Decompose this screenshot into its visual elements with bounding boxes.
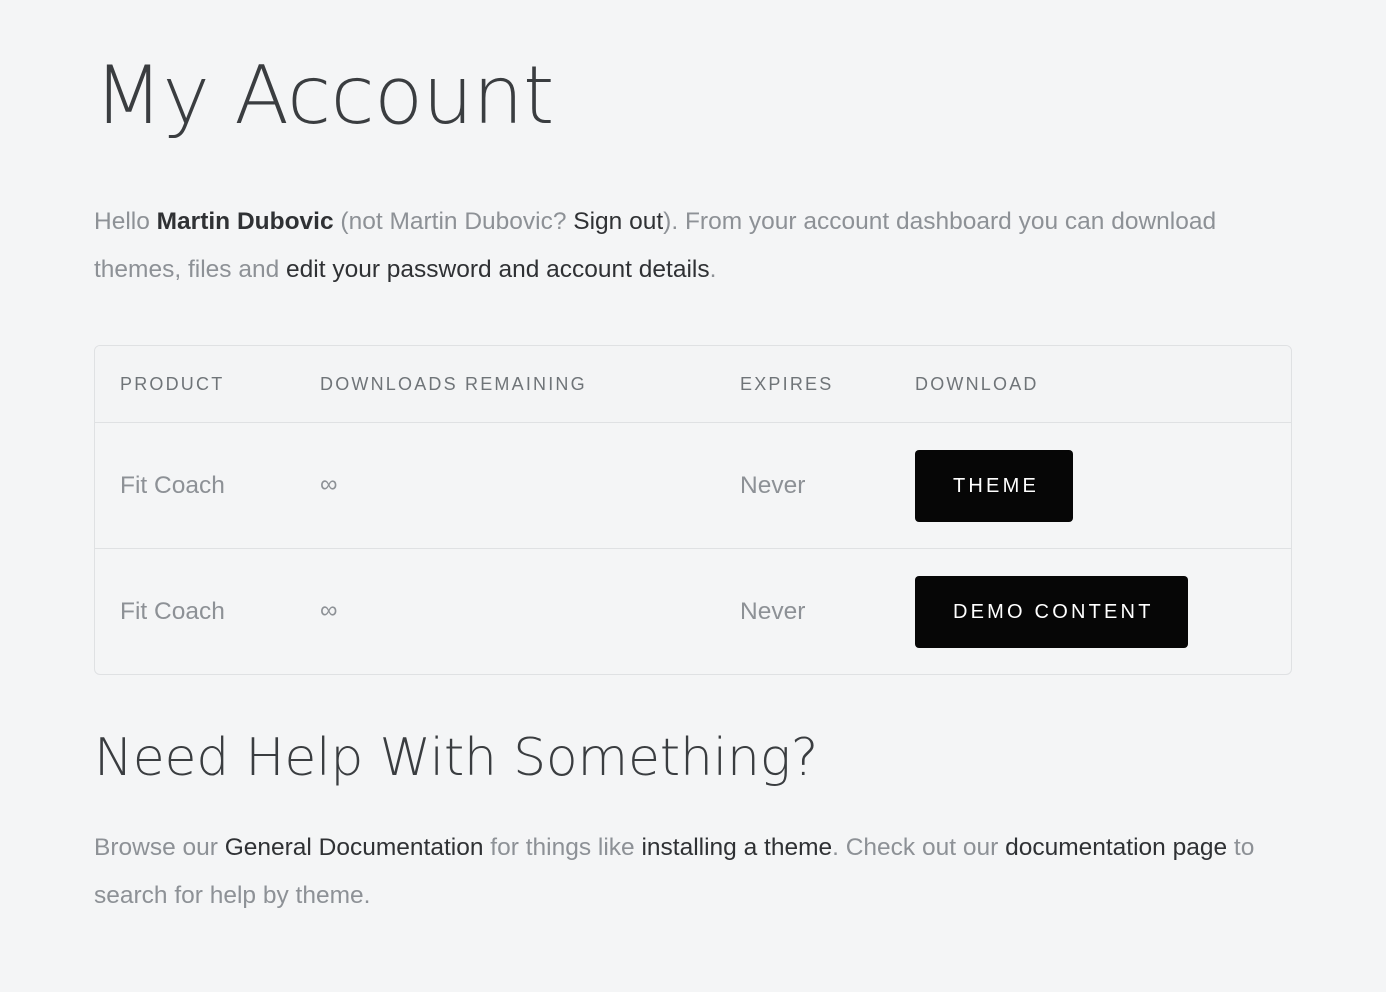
downloads-table-wrapper: PRODUCT DOWNLOADS REMAINING EXPIRES DOWN… — [94, 345, 1292, 675]
cell-expires: Never — [740, 597, 806, 625]
download-demo-content-button[interactable]: DEMO CONTENT — [915, 575, 1188, 648]
cell-download-action: THEME — [915, 423, 1291, 549]
table-header-row: PRODUCT DOWNLOADS REMAINING EXPIRES DOWN… — [95, 346, 1291, 423]
column-header-product: PRODUCT — [95, 346, 320, 423]
help-section-title: Need Help With Something? — [94, 728, 819, 788]
documentation-page-link[interactable]: documentation page — [1005, 834, 1227, 861]
user-name: Martin Dubovic — [156, 208, 334, 235]
page-title: My Account — [94, 49, 554, 142]
column-header-expires: EXPIRES — [740, 346, 915, 423]
table-row: Fit Coach ∞ Never DEMO CONTENT — [95, 549, 1291, 674]
help-prefix: Browse our — [94, 833, 225, 861]
installing-a-theme-link[interactable]: installing a theme — [641, 834, 832, 861]
downloads-table-head: PRODUCT DOWNLOADS REMAINING EXPIRES DOWN… — [95, 346, 1291, 423]
downloads-table: PRODUCT DOWNLOADS REMAINING EXPIRES DOWN… — [94, 345, 1292, 675]
not-you-prefix: (not Martin Dubovic? — [333, 208, 574, 235]
account-page: My Account Hello Martin Dubovic (not Mar… — [0, 0, 1386, 992]
cell-product-name: Fit Coach — [120, 597, 225, 625]
intro-suffix: . — [709, 256, 717, 283]
cell-download-action: DEMO CONTENT — [915, 549, 1291, 674]
download-theme-button[interactable]: THEME — [915, 449, 1073, 522]
greeting-prefix: Hello — [94, 208, 157, 235]
table-row: Fit Coach ∞ Never THEME — [95, 423, 1291, 549]
help-middle-2: . Check out our — [832, 833, 1006, 861]
account-intro-paragraph: Hello Martin Dubovic (not Martin Dubovic… — [94, 136, 1292, 294]
cell-expires: Never — [740, 423, 915, 549]
help-paragraph: Browse our General Documentation for thi… — [94, 786, 1292, 920]
downloads-table-body: Fit Coach ∞ Never THEME Fit Coach ∞ Neve… — [95, 423, 1291, 674]
cell-downloads-remaining: ∞ — [320, 597, 338, 625]
cell-product-name: Fit Coach — [95, 423, 320, 549]
help-middle-1: for things like — [483, 833, 642, 861]
cell-downloads-remaining: ∞ — [320, 423, 740, 549]
column-header-download: DOWNLOAD — [915, 346, 1291, 423]
general-documentation-link[interactable]: General Documentation — [225, 834, 484, 861]
edit-account-details-link[interactable]: edit your password and account details — [286, 256, 710, 283]
sign-out-link[interactable]: Sign out — [573, 208, 663, 235]
column-header-downloads-remaining: DOWNLOADS REMAINING — [320, 346, 740, 423]
